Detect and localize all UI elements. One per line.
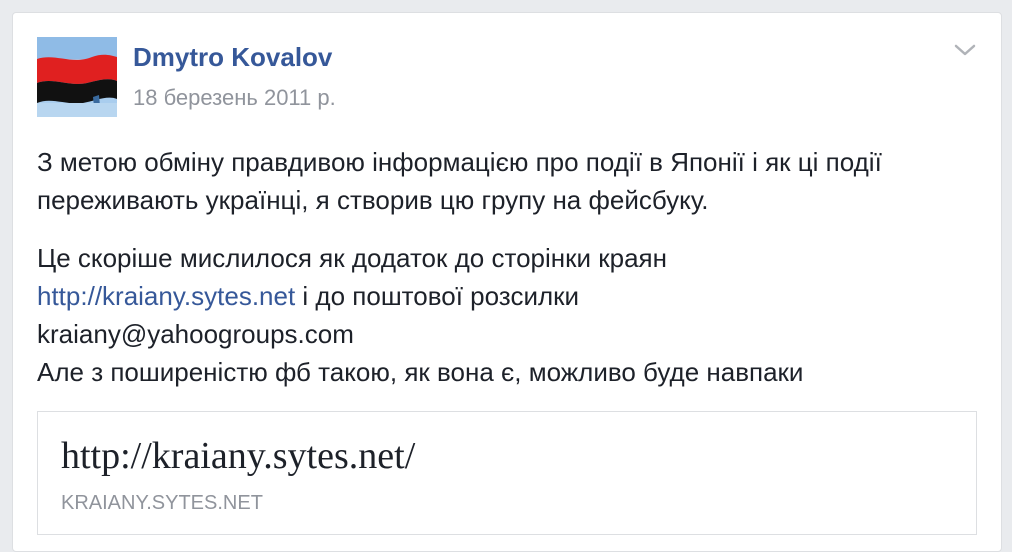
chevron-down-icon [954,44,976,56]
link-preview-domain: KRAIANY.SYTES.NET [61,492,263,514]
post-paragraph-3: Але з поширеністю фб такою, як вона є, м… [37,357,804,387]
mailing-list-address: kraiany@yahoogroups.com [37,319,354,349]
avatar[interactable] [37,37,117,117]
kraiany-link[interactable]: http://kraiany.sytes.net [37,281,295,311]
flag-red-black-icon [37,37,117,117]
paragraph-2-line-1: Це скоріше мислилося як додаток до сторі… [37,243,667,273]
post-card: Dmytro Kovalov 18 березень 2011 р. З мет… [12,12,1002,552]
author-name[interactable]: Dmytro Kovalov [133,42,332,73]
post-menu-button[interactable] [951,39,979,61]
paragraph-2-after-link: і до поштової розсилки [295,281,580,311]
post-paragraph-1: З метою обміну правдивою інформацією про… [37,147,882,215]
post-timestamp[interactable]: 18 березень 2011 р. [133,85,336,111]
link-preview-title[interactable]: http://kraiany.sytes.net/ [61,434,415,478]
link-preview-card[interactable]: http://kraiany.sytes.net/ KRAIANY.SYTES.… [37,411,977,535]
post-paragraph-2: Це скоріше мислилося як додаток до сторі… [37,239,987,353]
